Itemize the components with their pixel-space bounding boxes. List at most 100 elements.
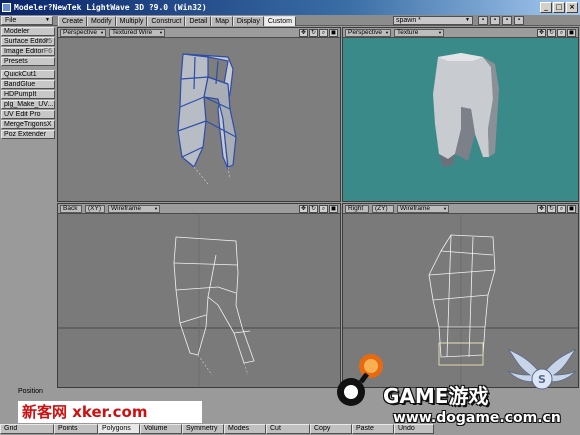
- tab-multiply[interactable]: Multiply: [115, 16, 148, 26]
- sidebar-item-hdpumpit[interactable]: HDPumpIt: [1, 90, 55, 99]
- tab-modify[interactable]: Modify: [87, 16, 116, 26]
- maximize-button[interactable]: □: [553, 2, 565, 13]
- sidebar-item-modeler[interactable]: Modeler: [1, 27, 55, 36]
- render-mode-dropdown[interactable]: Wireframe ▼: [108, 205, 160, 213]
- layer-toggle-icon[interactable]: ▪: [514, 16, 524, 25]
- rotate-view-icon[interactable]: ↻: [547, 205, 556, 213]
- layer-select-dropdown[interactable]: spawn * ▼: [393, 16, 473, 25]
- view-axes-value: (XY): [88, 205, 101, 212]
- tab-construct[interactable]: Construct: [147, 16, 186, 26]
- sidebar-item-image-editor[interactable]: Image Editor F6: [1, 47, 55, 56]
- rotate-view-icon[interactable]: ↻: [309, 29, 318, 37]
- sidebar-item-surface-editor[interactable]: Surface Editor F5: [1, 37, 55, 46]
- minimize-button[interactable]: _: [540, 2, 552, 13]
- rotate-view-icon[interactable]: ↻: [547, 29, 556, 37]
- chevron-down-icon: ▼: [100, 30, 104, 35]
- sidebar-item-bandglue[interactable]: BandGlue: [1, 80, 55, 89]
- sidebar-item-presets[interactable]: Presets: [1, 57, 55, 66]
- view-type-dropdown[interactable]: Perspective ▼: [60, 29, 106, 37]
- render-mode-value: Wireframe: [400, 205, 430, 212]
- position-label: Position: [18, 388, 43, 395]
- render-mode-dropdown[interactable]: Textured Wire ▼: [109, 29, 165, 37]
- tab-detail[interactable]: Detail: [185, 16, 212, 26]
- render-mode-dropdown[interactable]: Wireframe ▼: [397, 205, 449, 213]
- sidebar-item-label: Image Editor: [4, 48, 44, 55]
- tab-custom[interactable]: Custom: [263, 16, 296, 26]
- rotate-view-icon[interactable]: ↻: [309, 205, 318, 213]
- maximize-view-icon[interactable]: ◼: [329, 205, 338, 213]
- sidebar-item-label: plg_Make_UV...: [4, 101, 54, 108]
- volume-mode-button[interactable]: Volume: [140, 424, 182, 434]
- svg-text:S: S: [538, 373, 546, 386]
- menu-tab-bar: File ▼ Create Modify Multiply Construct …: [0, 15, 580, 26]
- view-axes-value: (ZY): [375, 205, 388, 212]
- maximize-view-icon[interactable]: ◼: [567, 205, 576, 213]
- file-menu[interactable]: File ▼: [1, 16, 53, 25]
- polygons-mode-button[interactable]: Polygons: [98, 424, 140, 434]
- viewport-bottom-left[interactable]: Back (XY) Wireframe ▼ ✥ ↻ ⌕ ◼: [57, 203, 341, 388]
- winged-badge-icon: S: [507, 348, 577, 390]
- xker-watermark-en: xker.com: [72, 403, 148, 421]
- chevron-down-icon: ▼: [443, 206, 447, 211]
- move-view-icon[interactable]: ✥: [537, 205, 546, 213]
- layer-toggle-icon[interactable]: ▪: [502, 16, 512, 25]
- shortcut-key: F6: [43, 48, 52, 55]
- sidebar-item-label: Presets: [4, 58, 28, 65]
- chevron-down-icon: ▼: [385, 30, 389, 35]
- view-type-dropdown[interactable]: Right: [345, 205, 369, 213]
- sidebar-item-label: Surface Editor: [4, 38, 49, 45]
- view-axes-dropdown[interactable]: (XY): [85, 205, 105, 213]
- zoom-view-icon[interactable]: ⌕: [319, 29, 328, 37]
- sidebar-item-label: MergeTrigonsX: [4, 121, 52, 128]
- viewport-top-right[interactable]: Perspective ▼ Texture ▼ ✥ ↻ ⌕ ◼: [342, 27, 579, 202]
- sidebar-item-mergetrigonsx[interactable]: MergeTrigonsX: [1, 120, 55, 129]
- sidebar-item-make-uv[interactable]: plg_Make_UV...: [1, 100, 55, 109]
- layer-toggle-icon[interactable]: ▪: [490, 16, 500, 25]
- view-type-value: Back: [63, 205, 78, 212]
- move-view-icon[interactable]: ✥: [537, 29, 546, 37]
- view-axes-dropdown[interactable]: (ZY): [372, 205, 394, 213]
- cut-button[interactable]: Cut: [266, 424, 310, 434]
- modes-dropdown[interactable]: Modes: [224, 424, 266, 434]
- layer-toggle-icon[interactable]: ▪: [478, 16, 488, 25]
- tab-display[interactable]: Display: [232, 16, 264, 26]
- render-mode-dropdown[interactable]: Texture ▼: [394, 29, 444, 37]
- layer-select-value: spawn *: [396, 17, 421, 24]
- symmetry-toggle[interactable]: Symmetry: [182, 424, 224, 434]
- back-wire-canvas: [58, 215, 340, 387]
- xker-watermark: 新客网 xker.com: [18, 401, 202, 423]
- perspective-texture-canvas: [433, 53, 499, 167]
- chevron-down-icon: ▼: [45, 17, 50, 23]
- sidebar-item-quickcut1[interactable]: QuickCut1: [1, 70, 55, 79]
- maximize-view-icon[interactable]: ◼: [329, 29, 338, 37]
- pants-side-wire: [428, 234, 496, 358]
- view-type-value: Perspective: [63, 29, 97, 36]
- tab-create[interactable]: Create: [58, 16, 88, 26]
- grid-readout: Grid: [0, 424, 54, 434]
- view-type-value: Perspective: [348, 29, 382, 36]
- sidebar-item-uv-edit-pro[interactable]: UV Edit Pro: [1, 110, 55, 119]
- sidebar-item-label: Modeler: [4, 28, 30, 35]
- render-mode-value: Wireframe: [111, 205, 141, 212]
- points-mode-button[interactable]: Points: [54, 424, 98, 434]
- tab-map[interactable]: Map: [211, 16, 233, 26]
- view-type-value: Right: [348, 205, 364, 212]
- sidebar-item-label: Poz Extender: [4, 131, 47, 138]
- view-type-dropdown[interactable]: Perspective ▼: [345, 29, 391, 37]
- chevron-down-icon: ▼: [465, 17, 470, 23]
- zoom-view-icon[interactable]: ⌕: [557, 29, 566, 37]
- close-button[interactable]: ×: [566, 2, 578, 13]
- move-view-icon[interactable]: ✥: [299, 205, 308, 213]
- move-view-icon[interactable]: ✥: [299, 29, 308, 37]
- viewport-top-left[interactable]: Perspective ▼ Textured Wire ▼ ✥ ↻ ⌕ ◼: [57, 27, 341, 202]
- shortcut-key: F5: [43, 38, 52, 45]
- sidebar-item-poz-extender[interactable]: Poz Extender: [1, 130, 55, 139]
- zoom-view-icon[interactable]: ⌕: [319, 205, 328, 213]
- file-menu-label: File: [5, 17, 17, 24]
- sidebar: Modeler Surface Editor F5 Image Editor F6 …: [0, 27, 56, 387]
- sidebar-item-label: UV Edit Pro: [4, 111, 41, 118]
- maximize-view-icon[interactable]: ◼: [567, 29, 576, 37]
- zoom-view-icon[interactable]: ⌕: [557, 205, 566, 213]
- lightwave-app-icon: [2, 3, 11, 12]
- view-type-dropdown[interactable]: Back: [60, 205, 82, 213]
